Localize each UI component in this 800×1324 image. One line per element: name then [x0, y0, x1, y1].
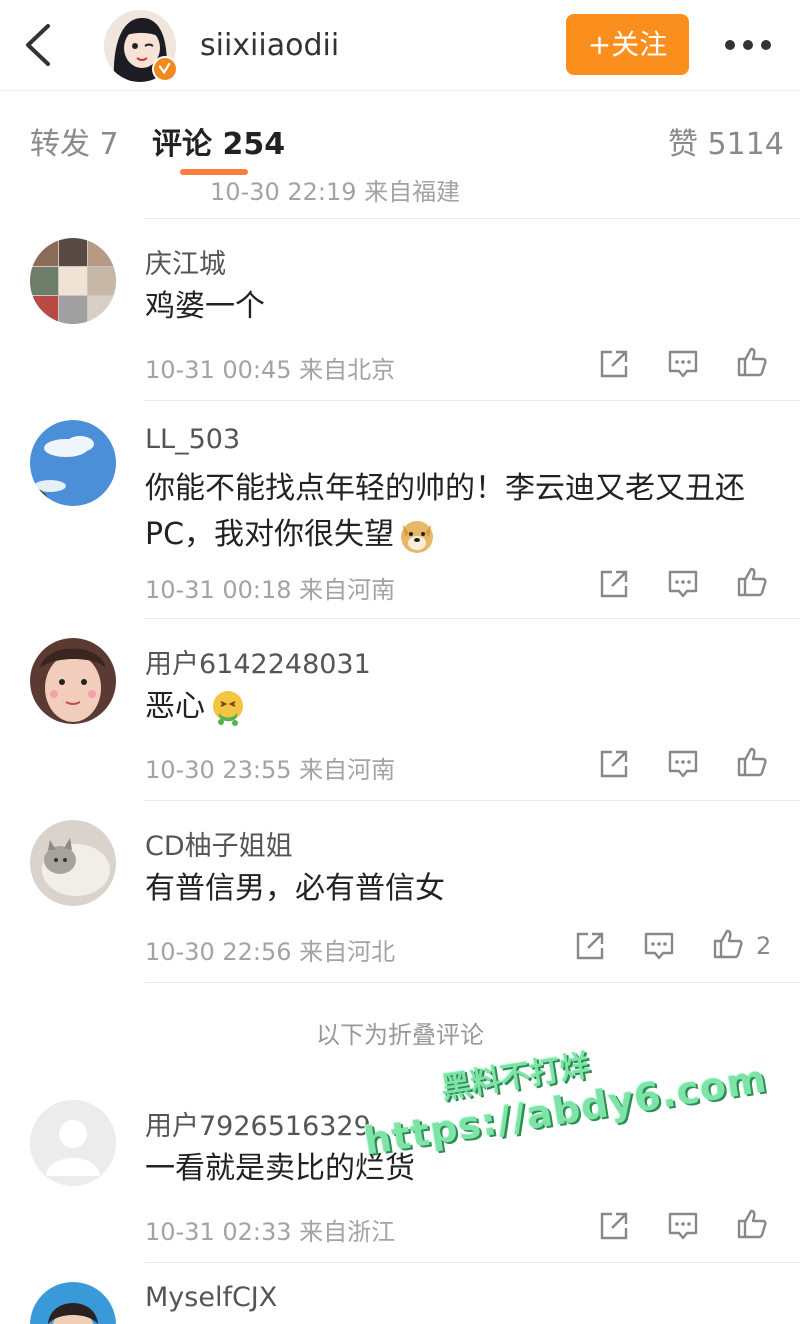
comment-icon[interactable] [643, 930, 675, 962]
comment-item: CD柚子姐姐 有普信男，必有普信女 10-30 22:56 来自河北 2 [0, 800, 800, 982]
comment-meta-partial: 10-30 22:19 来自福建 [210, 180, 461, 206]
share-icon[interactable] [598, 1210, 630, 1242]
comment-text: 你能不能找点年轻的帅的！李云迪又老又丑还PC，我对你很失望 [145, 466, 785, 558]
folded-comments-label[interactable]: 以下为折叠评论 [0, 1015, 800, 1050]
more-icon[interactable] [722, 28, 774, 62]
comment-time: 10-31 02:33 [145, 1218, 292, 1246]
share-icon[interactable] [598, 748, 630, 780]
comment-item: 庆江城 鸡婆一个 10-31 00:45 来自北京 [0, 218, 800, 400]
tab-comments[interactable]: 评论 254 [152, 119, 285, 163]
comment-item: LL_503 你能不能找点年轻的帅的！李云迪又老又丑还PC，我对你很失望 10-… [0, 400, 800, 618]
comment-source: 来自河北 [299, 938, 396, 966]
comment-icon[interactable] [667, 348, 699, 380]
comment-meta: 10-30 23:55 来自河南 [145, 750, 395, 785]
vomit-emoji-icon [213, 690, 243, 726]
comment-text: 恶心 [145, 684, 785, 730]
like-icon[interactable] [736, 566, 768, 598]
comment-text: 鸡婆一个 [145, 289, 265, 324]
back-icon[interactable] [20, 22, 60, 68]
like-icon[interactable] [736, 346, 768, 378]
comment-icon[interactable] [667, 568, 699, 600]
comment-meta: 10-31 02:33 来自浙江 [145, 1212, 395, 1247]
like-count: 2 [756, 932, 772, 960]
comment-item: MyselfCJX [0, 1262, 800, 1324]
comment-time: 10-31 00:45 [145, 356, 292, 384]
comment-source: 来自北京 [299, 356, 396, 384]
comment-text-content: 恶心 [145, 689, 205, 724]
commenter-name[interactable]: 用户6142248031 [145, 642, 371, 681]
profile-username[interactable]: siixiiaodii [200, 28, 339, 63]
comment-source: 来自河南 [299, 756, 396, 784]
comment-meta: 10-31 00:18 来自河南 [145, 570, 395, 605]
comment-meta: 10-31 00:45 来自北京 [145, 350, 395, 385]
comment-time: 10-31 00:18 [145, 576, 292, 604]
divider [145, 982, 800, 983]
share-icon[interactable] [574, 930, 606, 962]
follow-button[interactable]: +关注 [566, 14, 689, 75]
commenter-name[interactable]: LL_503 [145, 424, 240, 455]
commenter-avatar[interactable] [30, 238, 116, 324]
comment-icon[interactable] [667, 748, 699, 780]
share-icon[interactable] [598, 348, 630, 380]
tab-active-indicator [180, 169, 248, 175]
like-icon[interactable] [736, 746, 768, 778]
commenter-name[interactable]: 用户7926516329 [145, 1104, 371, 1143]
top-bar: siixiiaodii +关注 [0, 0, 800, 90]
comment-text: 一看就是卖比的烂货 [145, 1151, 415, 1186]
commenter-name[interactable]: 庆江城 [145, 242, 226, 281]
commenter-name[interactable]: MyselfCJX [145, 1282, 277, 1313]
comment-meta: 10-30 22:56 来自河北 [145, 932, 395, 967]
comment-text: 有普信男，必有普信女 [145, 871, 445, 906]
comment-time: 10-30 22:56 [145, 938, 292, 966]
commenter-avatar[interactable] [30, 1282, 116, 1324]
commenter-avatar[interactable] [30, 1100, 116, 1186]
tab-bar: 转发 7 评论 254 赞 5114 [0, 90, 800, 181]
commenter-avatar[interactable] [30, 638, 116, 724]
commenter-name[interactable]: CD柚子姐姐 [145, 824, 293, 863]
doge-emoji-icon [401, 520, 434, 553]
comment-item: 用户6142248031 恶心 10-30 23:55 来自河南 [0, 618, 800, 800]
verified-badge-icon [152, 56, 178, 82]
share-icon[interactable] [598, 568, 630, 600]
tab-likes[interactable]: 赞 5114 [668, 119, 784, 163]
comment-time: 10-30 23:55 [145, 756, 292, 784]
commenter-avatar[interactable] [30, 420, 116, 506]
commenter-avatar[interactable] [30, 820, 116, 906]
comment-icon[interactable] [667, 1210, 699, 1242]
like-icon[interactable] [736, 1208, 768, 1240]
like-icon[interactable] [712, 928, 744, 960]
comment-source: 来自河南 [299, 576, 396, 604]
comment-text-content: 你能不能找点年轻的帅的！李云迪又老又丑还PC，我对你很失望 [145, 471, 745, 552]
comment-source: 来自浙江 [299, 1218, 396, 1246]
tab-repost[interactable]: 转发 7 [30, 119, 119, 163]
